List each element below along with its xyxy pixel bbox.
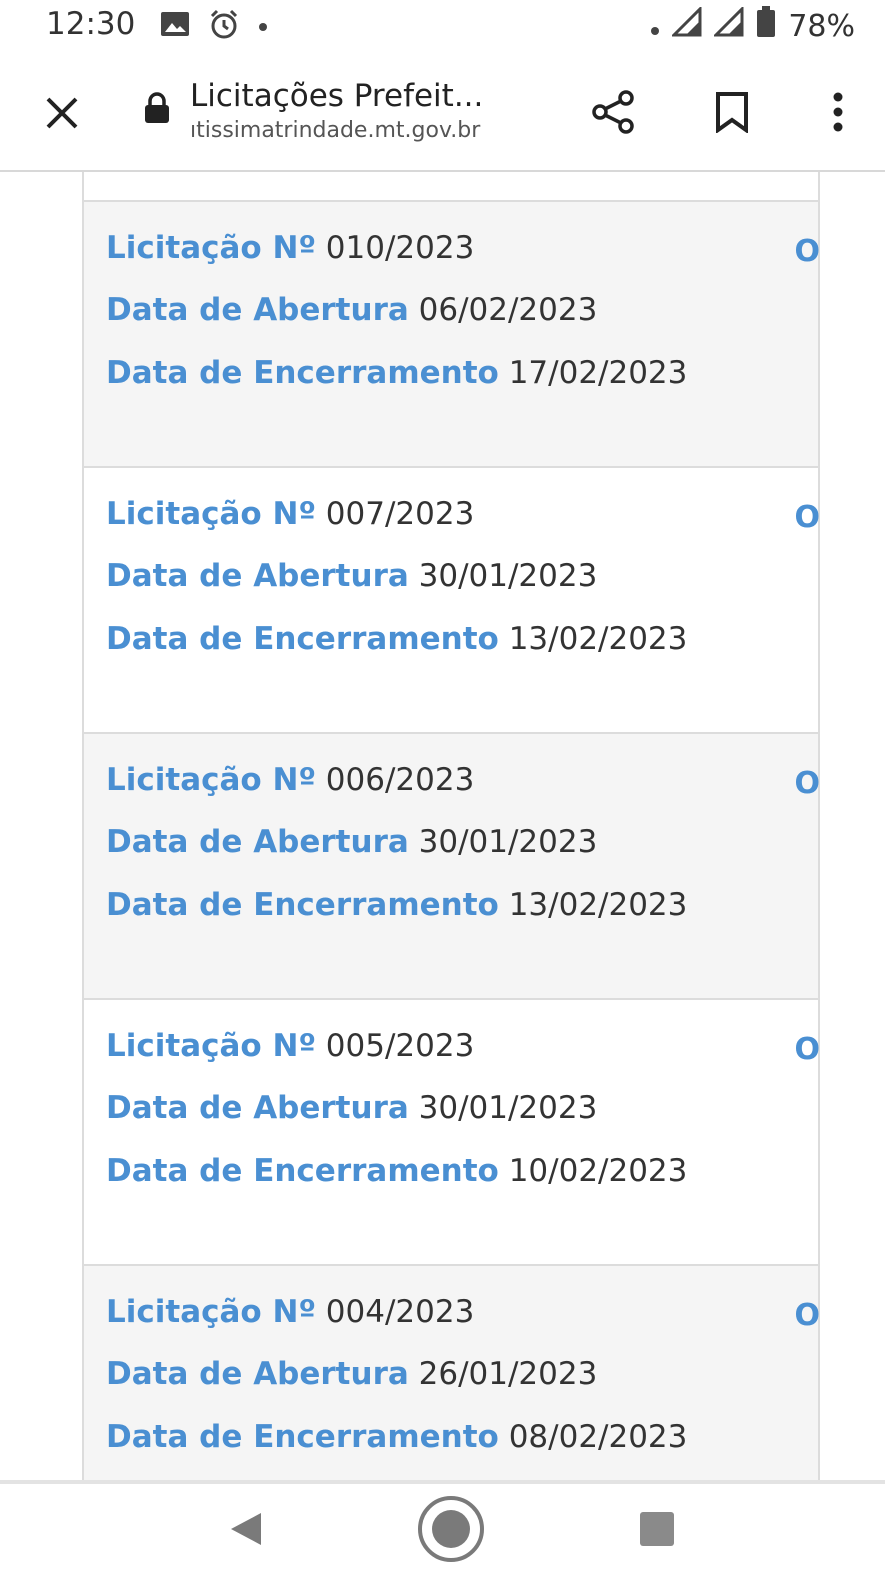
more-vert-icon xyxy=(833,92,843,132)
abertura-row: Data de Abertura 26/01/2023 xyxy=(106,1354,597,1394)
list-item[interactable]: Licitação Nº 004/2023 Data de Abertura 2… xyxy=(84,1266,820,1480)
encerramento-label: Data de Encerramento xyxy=(106,1419,499,1455)
back-triangle-icon xyxy=(231,1513,261,1545)
image-icon xyxy=(160,11,190,41)
encerramento-label: Data de Encerramento xyxy=(106,887,499,923)
encerramento-row: Data de Encerramento 13/02/2023 xyxy=(106,885,687,925)
abertura-date: 06/02/2023 xyxy=(418,292,598,328)
licitacao-row: Licitação Nº 010/2023 xyxy=(106,228,474,268)
licitacao-row: Licitação Nº 006/2023 xyxy=(106,760,474,800)
signal-icon xyxy=(670,5,702,45)
share-icon xyxy=(592,90,634,134)
licitacao-number: 005/2023 xyxy=(325,1028,475,1064)
encerramento-row: Data de Encerramento 13/02/2023 xyxy=(106,619,687,659)
licitacao-row: Licitação Nº 005/2023 xyxy=(106,1026,474,1066)
list-item[interactable]: Licitação Nº 007/2023 Data de Abertura 3… xyxy=(84,468,820,734)
signal-icon xyxy=(712,5,744,45)
encerramento-label: Data de Encerramento xyxy=(106,1153,499,1189)
licitacoes-list: Licitação Nº 010/2023 Data de Abertura 0… xyxy=(82,172,820,1480)
recents-button[interactable] xyxy=(622,1494,692,1564)
abertura-label: Data de Abertura xyxy=(106,558,409,594)
alarm-icon xyxy=(208,8,240,44)
status-marker: O xyxy=(794,1298,820,1333)
page-title: Licitações Prefeit... xyxy=(190,78,484,114)
status-marker: O xyxy=(794,234,820,269)
encerramento-label: Data de Encerramento xyxy=(106,621,499,657)
status-marker: O xyxy=(794,500,820,535)
abertura-label: Data de Abertura xyxy=(106,824,409,860)
close-button[interactable] xyxy=(36,87,88,139)
licitacao-label: Licitação Nº xyxy=(106,1028,316,1064)
encerramento-date: 13/02/2023 xyxy=(508,621,688,657)
browser-toolbar: Licitações Prefeit... ıtissimatrindade.m… xyxy=(0,52,885,172)
encerramento-date: 08/02/2023 xyxy=(508,1419,688,1455)
bookmark-button[interactable] xyxy=(702,82,762,142)
encerramento-date: 17/02/2023 xyxy=(508,355,688,391)
encerramento-row: Data de Encerramento 17/02/2023 xyxy=(106,353,687,393)
encerramento-row: Data de Encerramento 08/02/2023 xyxy=(106,1417,687,1457)
licitacao-number: 004/2023 xyxy=(325,1294,475,1330)
page-content: Licitação Nº 010/2023 Data de Abertura 0… xyxy=(0,172,885,1480)
licitacao-row: Licitação Nº 007/2023 xyxy=(106,494,474,534)
licitacao-label: Licitação Nº xyxy=(106,230,316,266)
close-icon xyxy=(46,97,78,129)
status-icons-left xyxy=(160,8,268,44)
list-item[interactable]: Licitação Nº 005/2023 Data de Abertura 3… xyxy=(84,1000,820,1266)
abertura-row: Data de Abertura 30/01/2023 xyxy=(106,1088,597,1128)
abertura-label: Data de Abertura xyxy=(106,292,409,328)
encerramento-date: 13/02/2023 xyxy=(508,887,688,923)
bookmark-icon xyxy=(716,92,748,133)
licitacao-label: Licitação Nº xyxy=(106,1294,316,1330)
home-circle-icon xyxy=(418,1496,484,1562)
dot-icon xyxy=(258,17,268,36)
title-block[interactable]: Licitações Prefeit... ıtissimatrindade.m… xyxy=(190,76,560,146)
home-button[interactable] xyxy=(416,1494,486,1564)
encerramento-label: Data de Encerramento xyxy=(106,355,499,391)
status-marker: O xyxy=(794,1032,820,1067)
battery-level: 78% xyxy=(788,8,855,44)
licitacao-label: Licitação Nº xyxy=(106,496,316,532)
encerramento-row: Data de Encerramento 10/02/2023 xyxy=(106,1151,687,1191)
status-bar: 12:30 78% xyxy=(0,0,885,52)
abertura-date: 30/01/2023 xyxy=(418,1090,598,1126)
share-button[interactable] xyxy=(584,82,644,142)
abertura-row: Data de Abertura 06/02/2023 xyxy=(106,290,597,330)
list-item[interactable]: Licitação Nº 010/2023 Data de Abertura 0… xyxy=(84,202,820,468)
more-options-button[interactable] xyxy=(808,82,868,142)
abertura-label: Data de Abertura xyxy=(106,1090,409,1126)
back-button[interactable] xyxy=(210,1494,280,1564)
list-item-partial xyxy=(84,172,818,202)
abertura-label: Data de Abertura xyxy=(106,1356,409,1392)
licitacao-number: 007/2023 xyxy=(325,496,475,532)
licitacao-number: 010/2023 xyxy=(325,230,475,266)
abertura-row: Data de Abertura 30/01/2023 xyxy=(106,556,597,596)
status-icons-right: 78% xyxy=(650,5,855,46)
status-marker: O xyxy=(794,766,820,801)
list-item[interactable]: Licitação Nº 006/2023 Data de Abertura 3… xyxy=(84,734,820,1000)
battery-icon xyxy=(756,6,776,46)
encerramento-date: 10/02/2023 xyxy=(508,1153,688,1189)
dot-icon xyxy=(650,9,660,44)
system-nav-bar xyxy=(0,1480,885,1572)
abertura-date: 30/01/2023 xyxy=(418,824,598,860)
licitacao-label: Licitação Nº xyxy=(106,762,316,798)
abertura-row: Data de Abertura 30/01/2023 xyxy=(106,822,597,862)
recents-square-icon xyxy=(640,1512,674,1546)
abertura-date: 26/01/2023 xyxy=(418,1356,598,1392)
licitacao-row: Licitação Nº 004/2023 xyxy=(106,1292,474,1332)
status-time: 12:30 xyxy=(46,6,136,42)
abertura-date: 30/01/2023 xyxy=(418,558,598,594)
licitacao-number: 006/2023 xyxy=(325,762,475,798)
page-url: ıtissimatrindade.mt.gov.br xyxy=(190,118,481,143)
lock-icon xyxy=(144,92,170,124)
